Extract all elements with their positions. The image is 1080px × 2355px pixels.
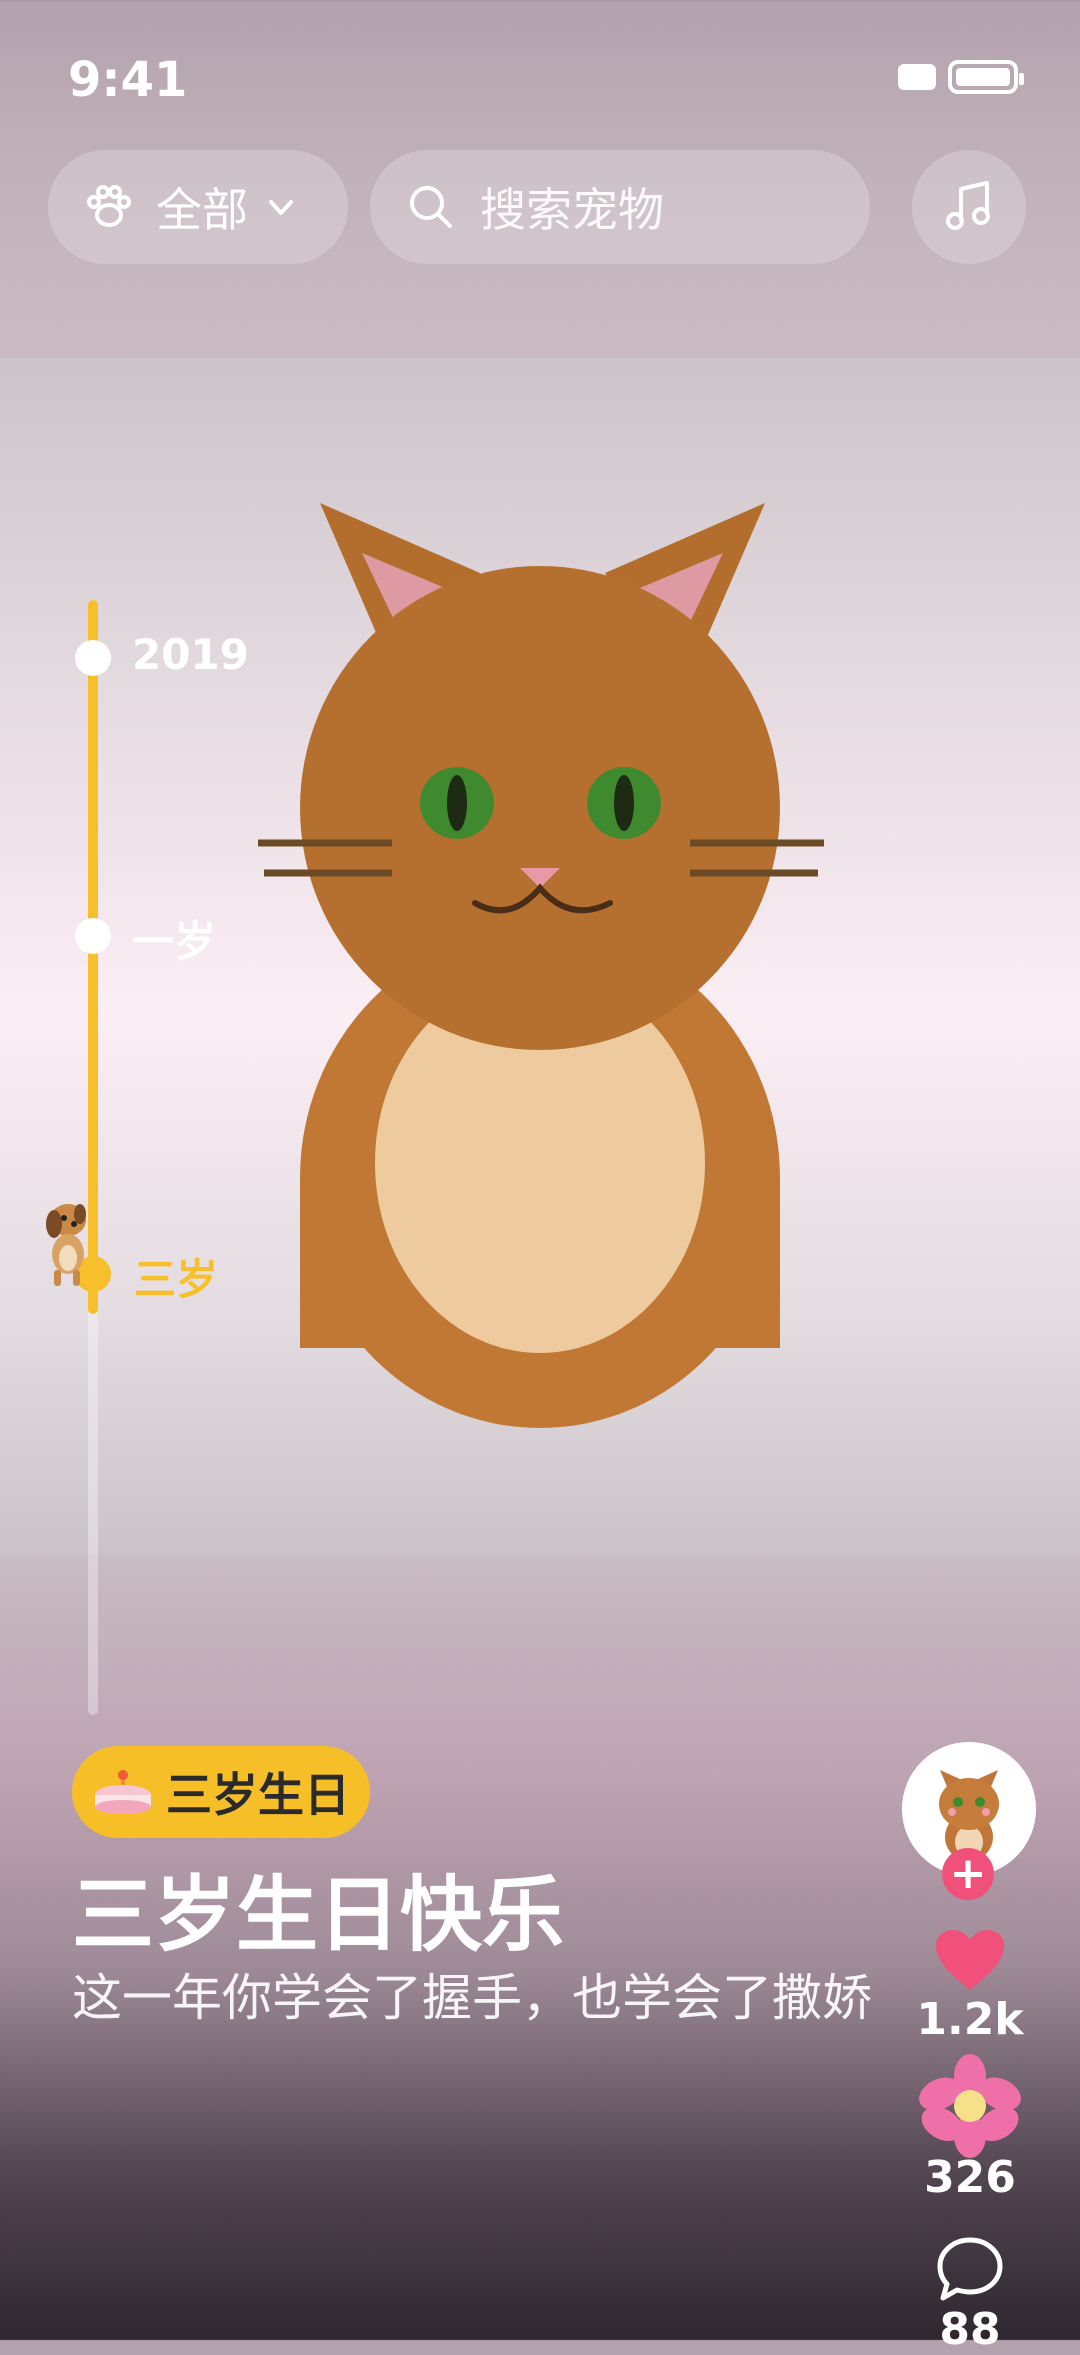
comment-button[interactable]: 88 (900, 2236, 1040, 2355)
comment-count: 88 (939, 2304, 1001, 2355)
follow-button[interactable]: + (942, 1848, 994, 1900)
battery-icon (948, 60, 1024, 94)
timeline-label-three-years[interactable]: 三岁 (134, 1246, 218, 1307)
search-input[interactable]: 搜索宠物 (370, 150, 870, 264)
milestone-tag[interactable]: 三岁生日 (72, 1746, 370, 1838)
pet-filter-dropdown[interactable]: 全部 (48, 150, 348, 264)
paw-icon (87, 185, 131, 227)
flower-button[interactable]: 326 (900, 2054, 1040, 2203)
like-button[interactable]: 1.2k (900, 1928, 1040, 2045)
flower-count: 326 (924, 2152, 1016, 2203)
filter-label: 全部 (156, 183, 248, 237)
timeline-label-one-year[interactable]: 一岁 (132, 908, 216, 969)
post-title: 三岁生日快乐 (72, 1868, 565, 1963)
search-placeholder: 搜索宠物 (480, 183, 664, 237)
status-icons (898, 60, 1024, 94)
cake-icon (95, 1770, 151, 1814)
milestone-tag-label: 三岁生日 (166, 1768, 350, 1822)
flower-icon (919, 2054, 1021, 2158)
status-time: 9:41 (68, 52, 188, 108)
like-count: 1.2k (916, 1994, 1024, 2045)
post-subtitle: 这一年你学会了握手，也学会了撒娇 (72, 1969, 872, 2027)
dog-mascot-icon (46, 1204, 86, 1286)
music-note-icon (946, 181, 990, 230)
heart-icon (936, 1930, 1004, 1990)
signal-icon (898, 64, 936, 90)
music-button[interactable] (912, 150, 1026, 264)
timeline-dot-one-year[interactable] (75, 918, 111, 954)
timeline-dot-2019[interactable] (75, 640, 111, 676)
timeline-label-2019[interactable]: 2019 (132, 630, 249, 679)
search-icon (410, 186, 452, 228)
comment-icon (937, 2237, 1003, 2301)
plus-icon: + (949, 1848, 987, 1899)
chevron-down-icon (269, 200, 293, 215)
